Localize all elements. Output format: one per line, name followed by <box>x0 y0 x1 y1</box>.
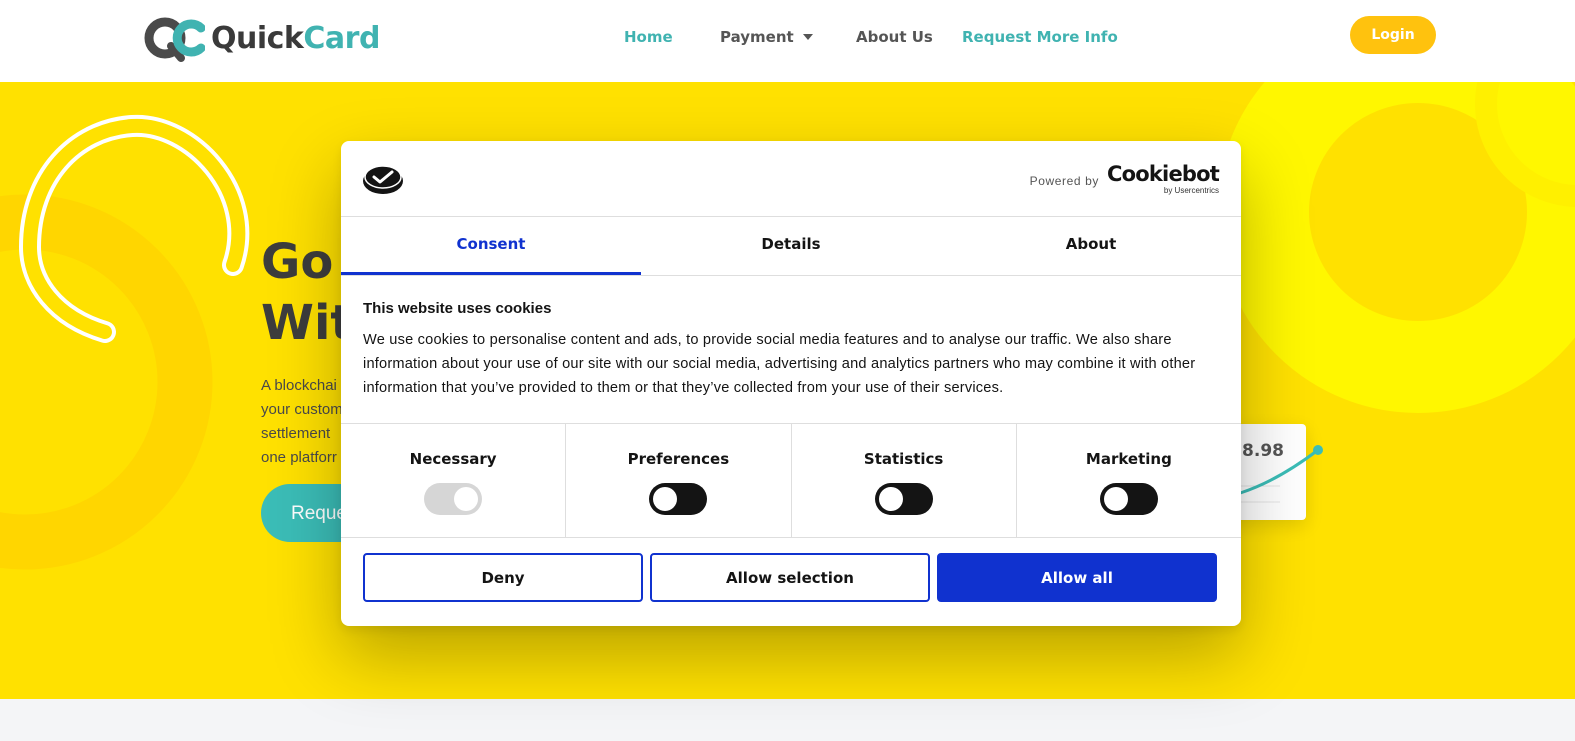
marketing-toggle[interactable] <box>1099 483 1158 515</box>
category-necessary: Necessary <box>341 424 567 537</box>
toggle-knob <box>454 487 479 511</box>
nav-payment-label: Payment <box>720 28 794 46</box>
site-header: QuickCard Home Payment About Us Request … <box>0 0 1575 82</box>
cookiebot-sub: by Usercentrics <box>1163 186 1219 195</box>
hero-description-line: your custom <box>261 401 343 418</box>
hero-description-line: A blockchai <box>261 377 337 394</box>
category-label: Marketing <box>1085 450 1172 468</box>
toggle-knob <box>653 487 678 511</box>
logo-text: QuickCard <box>211 21 380 56</box>
dialog-body-text: We use cookies to personalise content an… <box>363 332 1196 396</box>
cookiebot-brand: Cookiebot by Usercentrics <box>1107 162 1220 195</box>
category-label: Statistics <box>863 450 944 468</box>
dialog-title: This website uses cookies <box>363 300 552 317</box>
logo-word-quick: Quick <box>211 20 304 56</box>
toggle-knob <box>878 487 903 511</box>
cookiebot-name: Cookiebot <box>1107 162 1220 186</box>
allow-all-button[interactable]: Allow all <box>937 553 1217 602</box>
login-button[interactable]: Login <box>1350 16 1436 54</box>
toggle-knob <box>1103 487 1128 511</box>
category-statistics: Statistics <box>792 424 1017 537</box>
quickcard-logo[interactable]: QuickCard <box>143 14 380 62</box>
tab-about[interactable]: About <box>941 217 1241 275</box>
tab-consent[interactable]: Consent <box>341 217 641 275</box>
nav-home[interactable]: Home <box>624 28 673 46</box>
category-label: Necessary <box>409 450 497 468</box>
dialog-tabs: Consent Details About <box>341 216 1241 276</box>
hero-title-line1: Go <box>261 234 334 290</box>
cookie-consent-dialog: Powered by Cookiebot by Usercentrics Con… <box>341 141 1241 626</box>
category-preferences: Preferences <box>566 424 792 537</box>
nav-payment[interactable]: Payment <box>720 28 813 46</box>
powered-by-label: Powered by <box>1029 174 1100 188</box>
logo-word-card: Card <box>303 20 380 56</box>
tab-details[interactable]: Details <box>641 217 941 275</box>
nav-request-more-info[interactable]: Request More Info <box>962 28 1118 46</box>
category-label: Preferences <box>627 450 730 468</box>
cookiebot-consent-icon <box>363 165 403 194</box>
deny-button[interactable]: Deny <box>363 553 643 602</box>
category-marketing: Marketing <box>1017 424 1241 537</box>
allow-selection-button[interactable]: Allow selection <box>650 553 930 602</box>
caret-down-icon <box>802 33 813 40</box>
powered-by-cookiebot[interactable]: Powered by Cookiebot by Usercentrics <box>1029 162 1220 195</box>
hero-description-line: settlement <box>261 425 331 442</box>
hero-title-line2: Wit <box>261 295 354 351</box>
hero-description: A blockchai your custom settlement one p… <box>261 374 343 470</box>
cookie-categories: Necessary Preferences Statistics Marketi… <box>341 423 1241 538</box>
quickcard-logo-icon <box>144 17 205 62</box>
necessary-toggle <box>424 483 483 515</box>
preferences-toggle[interactable] <box>649 483 708 515</box>
nav-about-us[interactable]: About Us <box>856 28 933 46</box>
statistics-toggle[interactable] <box>874 483 933 515</box>
hero-description-line: one platforr <box>261 449 337 466</box>
below-hero-band <box>0 699 1575 741</box>
